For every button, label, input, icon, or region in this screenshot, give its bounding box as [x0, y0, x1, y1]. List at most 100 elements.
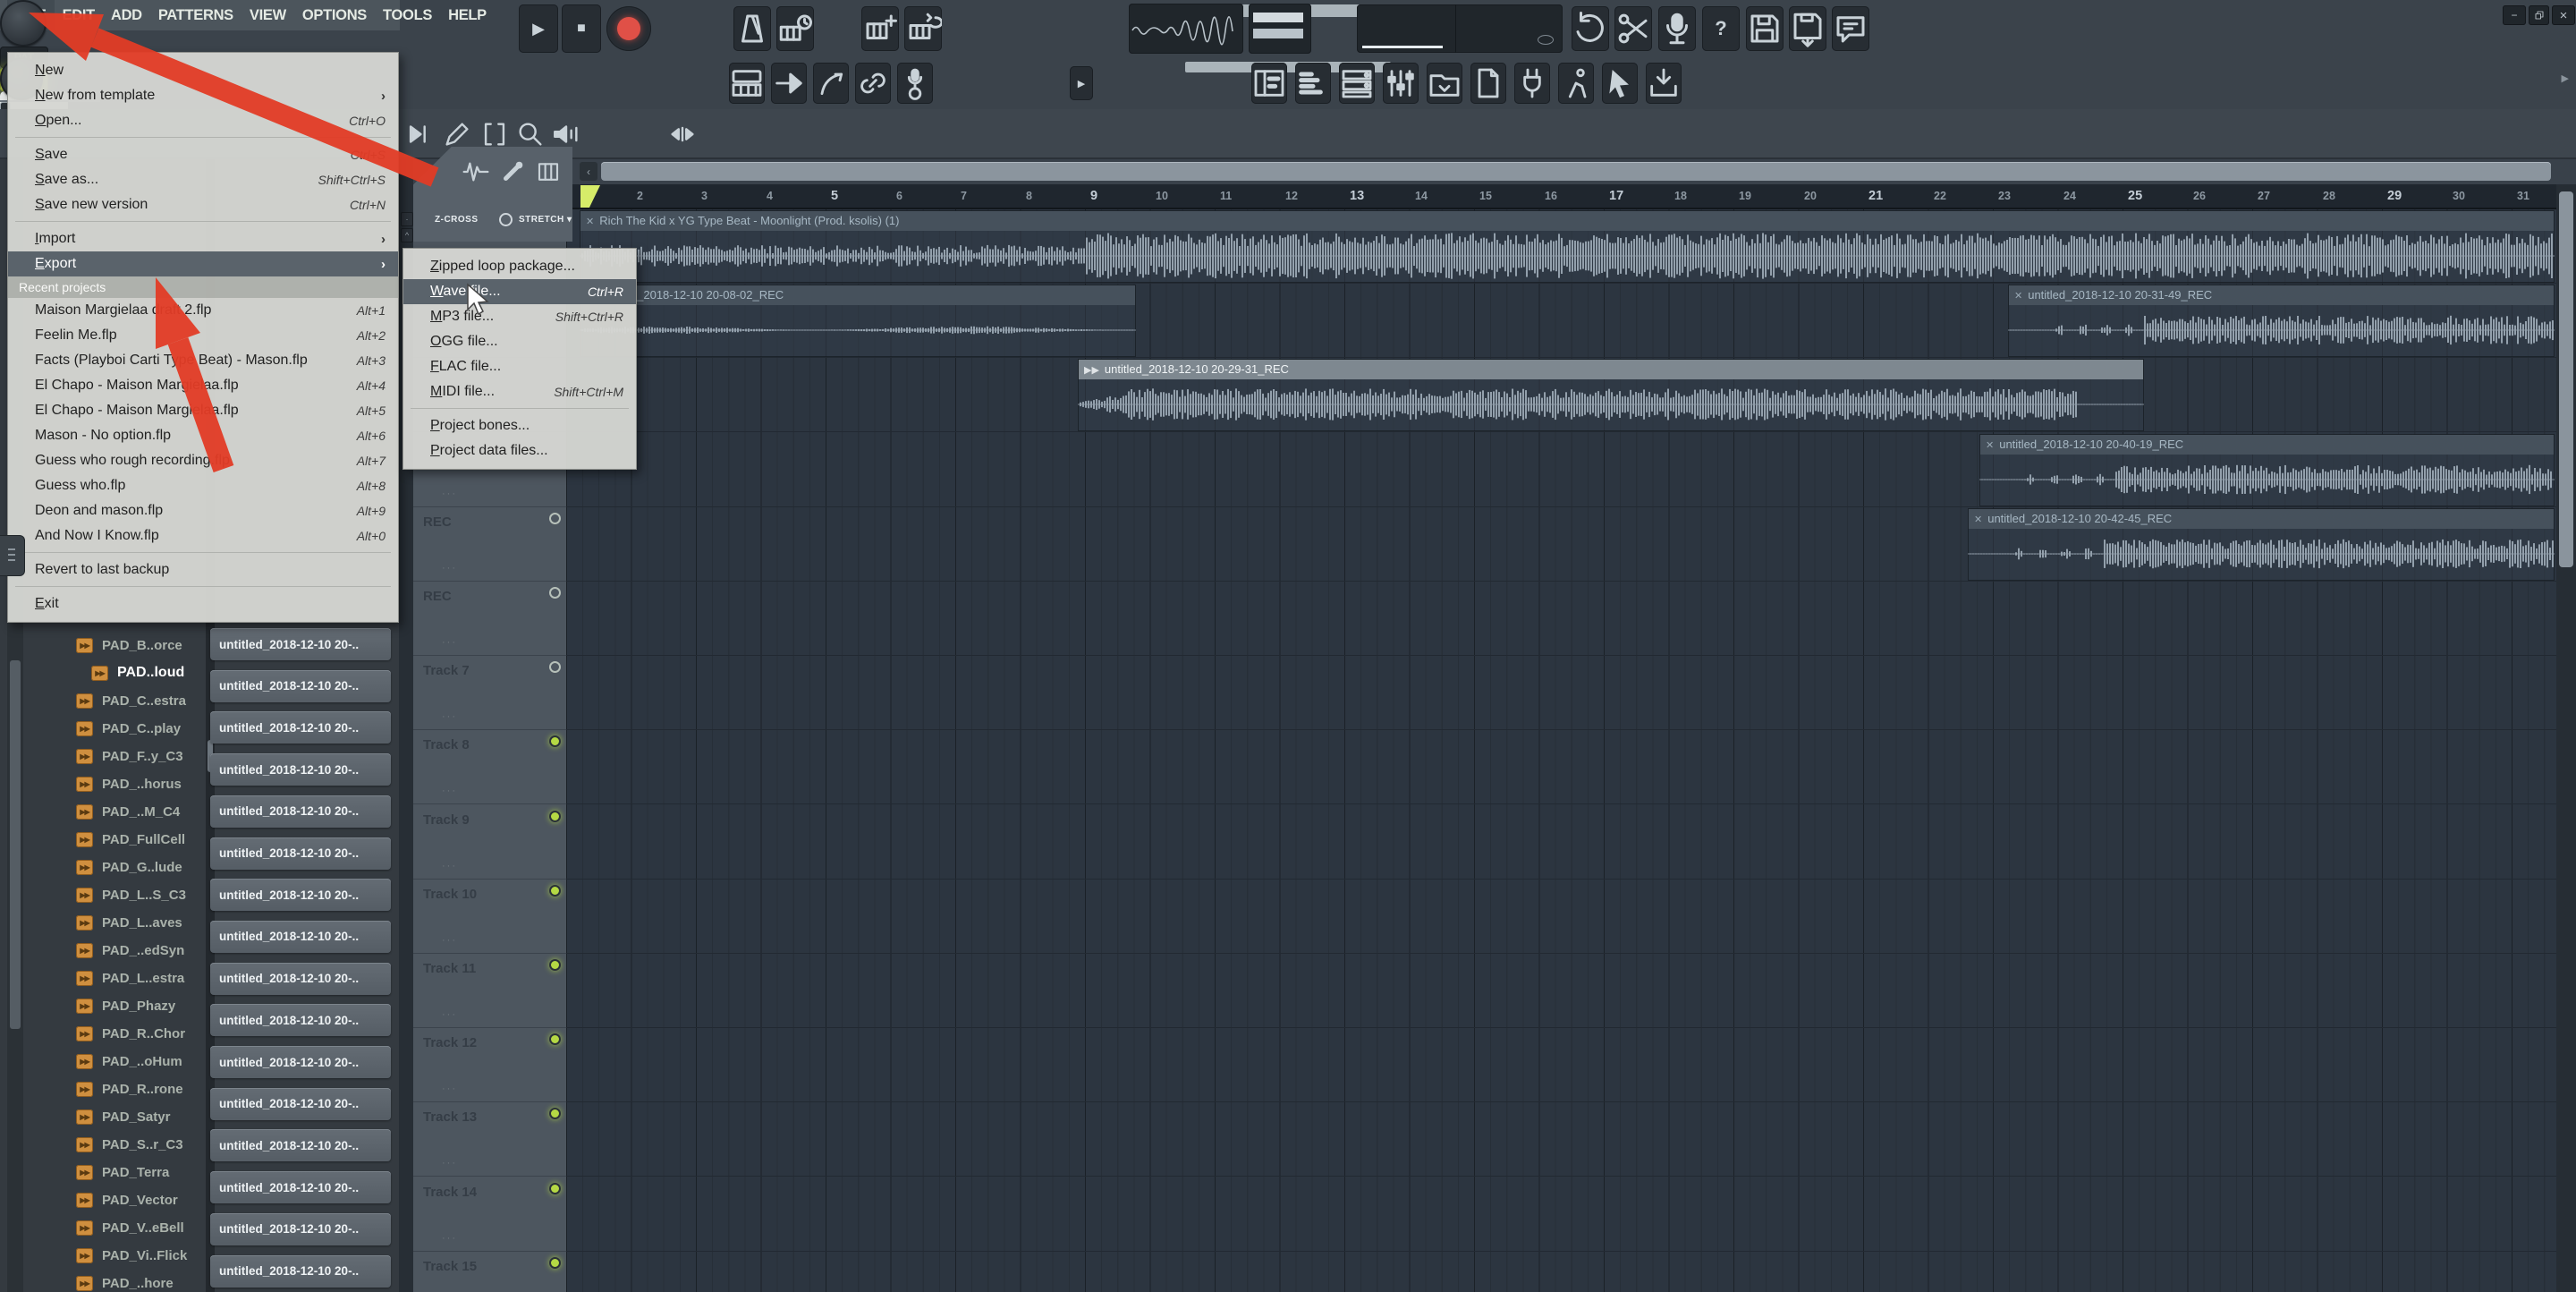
browser-sample-item[interactable]: ▶▶PAD_L..estra	[76, 966, 184, 990]
browser-sample-item[interactable]: ▶▶PAD_V..eBell	[76, 1216, 184, 1239]
clip-mute-icon[interactable]: ✕	[1974, 514, 1982, 525]
audio-clip[interactable]: ✕untitled_2018-12-10 20-31-49_REC	[2008, 285, 2555, 357]
grid-row[interactable]	[566, 1028, 2576, 1102]
track-armed-light[interactable]	[549, 1033, 561, 1045]
track-header[interactable]: Track 9···	[413, 805, 566, 880]
menu-item-ogg-file[interactable]: OGG file...	[403, 329, 636, 354]
preview-speaker-icon[interactable]	[551, 119, 581, 149]
clip-mute-icon[interactable]: ✕	[2014, 291, 2022, 302]
clip-title-bar[interactable]: ✕Rich The Kid x YG Type Beat - Moonlight…	[580, 211, 2554, 231]
playhead-marker[interactable]	[580, 185, 600, 208]
menu-item-mp3-file[interactable]: MP3 file...Shift+Ctrl+R	[403, 304, 636, 329]
plug-icon[interactable]	[1514, 63, 1550, 104]
clip-title-bar[interactable]: ✕untitled_2018-12-10 20-40-19_REC	[1980, 435, 2554, 455]
main-volume-knob[interactable]	[0, 0, 47, 47]
audio-clip[interactable]: ✕Rich The Kid x YG Type Beat - Moonlight…	[580, 210, 2555, 283]
select-icon[interactable]	[479, 119, 510, 149]
zoom-icon[interactable]	[515, 119, 546, 149]
audio-clip[interactable]: ✕untitled_2018-12-10 20-42-45_REC	[1968, 508, 2555, 581]
menu-item-feelin-me-flp[interactable]: Feelin Me.flpAlt+2	[8, 323, 398, 348]
menu-item-revert-to-last-backup[interactable]: Revert to last backup	[8, 557, 398, 582]
pattern-nav-button[interactable]: ▶	[1070, 66, 1093, 100]
track-header[interactable]: Track 8···	[413, 730, 566, 804]
track-armed-light[interactable]	[549, 885, 561, 897]
grid-row[interactable]	[566, 582, 2576, 656]
wave-tool-icon[interactable]	[462, 157, 490, 186]
track-armed-light[interactable]	[549, 1183, 561, 1194]
browser-sample-item[interactable]: ▶▶PAD_Terra	[76, 1160, 169, 1184]
audio-clip[interactable]: ✕untitled_2018-12-10 20-40-19_REC	[1979, 434, 2555, 506]
menu-item-maison-margielaa-draft-2-flp[interactable]: Maison Margielaa draft 2.flpAlt+1	[8, 298, 398, 323]
browser-sample-item[interactable]: ▶▶PAD_R..Chor	[76, 1022, 185, 1045]
menu-item-facts-playboi-carti-type-beat-mason-flp[interactable]: Facts (Playboi Carti Type Beat) - Mason.…	[8, 348, 398, 373]
step-edit-icon[interactable]	[771, 63, 807, 104]
browser-sample-item[interactable]: ▶▶PAD_Phazy	[76, 994, 175, 1017]
grid-row[interactable]	[566, 1102, 2576, 1177]
browser-sample-item[interactable]: ▶▶PAD_..oHum	[76, 1050, 182, 1073]
browser-folder-icon[interactable]	[1427, 63, 1462, 104]
browser-sample-item[interactable]: ▶▶PAD_F..y_C3	[76, 744, 183, 768]
click-arrow-icon[interactable]	[1602, 63, 1638, 104]
horizontal-scroll-thumb[interactable]	[601, 162, 2551, 181]
scroll-left-button[interactable]: ‹	[580, 162, 597, 181]
clip-source-button[interactable]: untitled_2018-12-10 20-..	[210, 963, 391, 995]
track-header[interactable]: Track 14···	[413, 1177, 566, 1252]
zcross-knob[interactable]	[499, 213, 513, 226]
clip-title-bar[interactable]: ▶▶untitled_2018-12-10 20-29-31_REC	[1079, 360, 2143, 379]
zcross-label[interactable]: Z-CROSS	[435, 215, 479, 225]
clip-title-bar[interactable]: ✕untitled_2018-12-10 20-42-45_REC	[1969, 509, 2554, 529]
playlist-icon[interactable]	[1251, 63, 1287, 104]
browser-sample-item[interactable]: ▶▶PAD_C..play	[76, 717, 181, 740]
restore-button[interactable]	[2529, 5, 2549, 25]
metronome-icon[interactable]	[733, 6, 771, 51]
wait-input-icon[interactable]	[776, 6, 814, 51]
grid-row[interactable]	[566, 1252, 2576, 1292]
menu-item-el-chapo-maison-margielaa-flp[interactable]: El Chapo - Maison Margielaa.flpAlt+4	[8, 373, 398, 398]
browser-sample-item[interactable]: ▶▶PAD_S..r_C3	[76, 1133, 183, 1156]
stretch-label[interactable]: STRETCH ▾	[519, 215, 572, 225]
menu-item-el-chapo-maison-margielaa-flp[interactable]: El Chapo - Maison Margielaa.flpAlt+5	[8, 398, 398, 423]
menu-item-exit[interactable]: Exit	[8, 591, 398, 616]
clip-source-button[interactable]: untitled_2018-12-10 20-..	[210, 1004, 391, 1036]
audio-clip[interactable]: ▶▶untitled_2018-12-10 20-29-31_REC	[1078, 359, 2144, 431]
browser-sample-item[interactable]: ▶▶PAD_B..orce	[76, 633, 182, 657]
browser-sample-item[interactable]: ▶▶PAD_Satyr	[76, 1105, 170, 1128]
browser-sample-item[interactable]: ▶▶PAD_..M_C4	[76, 800, 180, 823]
draw-icon[interactable]	[442, 119, 472, 149]
clip-source-button[interactable]: untitled_2018-12-10 20-..	[210, 1129, 391, 1161]
playlist-horizontal-scrollbar[interactable]: ‹	[413, 159, 2576, 184]
track-header[interactable]: Track 15···	[413, 1252, 566, 1292]
chat-icon[interactable]	[1832, 6, 1869, 51]
browser-sample-item[interactable]: ▶▶PAD..loud	[91, 661, 184, 684]
grid-row[interactable]	[566, 880, 2576, 954]
clip-mute-icon[interactable]: ✕	[1986, 440, 1994, 451]
track-light-ring[interactable]	[549, 661, 561, 673]
swing-icon[interactable]	[813, 63, 849, 104]
slip-tool-icon[interactable]	[499, 157, 526, 186]
browser-sample-item[interactable]: ▶▶PAD_Vi..Flick	[76, 1244, 187, 1267]
timeline-ruler[interactable]: 2345678910111213141516171819202122232425…	[413, 184, 2576, 209]
mic-icon[interactable]	[1658, 6, 1696, 51]
channel-rack-icon[interactable]	[1339, 63, 1375, 104]
grid-row[interactable]	[566, 730, 2576, 804]
menu-item-project-data-files[interactable]: Project data files...	[403, 438, 636, 463]
clip-source-button[interactable]: untitled_2018-12-10 20-..	[210, 879, 391, 911]
menu-item-save-as[interactable]: Save as...Shift+Ctrl+S	[8, 167, 398, 192]
clip-source-button[interactable]: untitled_2018-12-10 20-..	[210, 628, 391, 660]
playlist-mini-button-1[interactable]: ·	[401, 212, 413, 226]
precount-icon[interactable]	[897, 63, 933, 104]
scissors-icon[interactable]	[1614, 6, 1652, 51]
grid-row[interactable]	[566, 656, 2576, 730]
clip-source-button[interactable]: untitled_2018-12-10 20-..	[210, 1088, 391, 1120]
play-button[interactable]: ▶	[519, 4, 558, 53]
browser-sample-item[interactable]: ▶▶PAD_L..aves	[76, 911, 182, 934]
clip-play-icon[interactable]: ▶▶	[1084, 365, 1099, 376]
track-header[interactable]: Track 12···	[413, 1028, 566, 1102]
menu-item-import[interactable]: Import›	[8, 226, 398, 251]
clip-title-bar[interactable]: ✕untitled_2018-12-10 20-31-49_REC	[2009, 285, 2554, 305]
clip-source-button[interactable]: untitled_2018-12-10 20-..	[210, 921, 391, 953]
menu-item-new-from-template[interactable]: New from template›	[8, 83, 398, 108]
clip-title-bar[interactable]: ✕untitled_2018-12-10 20-08-02_REC	[580, 285, 1135, 305]
menu-item-mason-no-option-flp[interactable]: Mason - No option.flpAlt+6	[8, 423, 398, 448]
close-button[interactable]: ×	[2552, 5, 2575, 25]
